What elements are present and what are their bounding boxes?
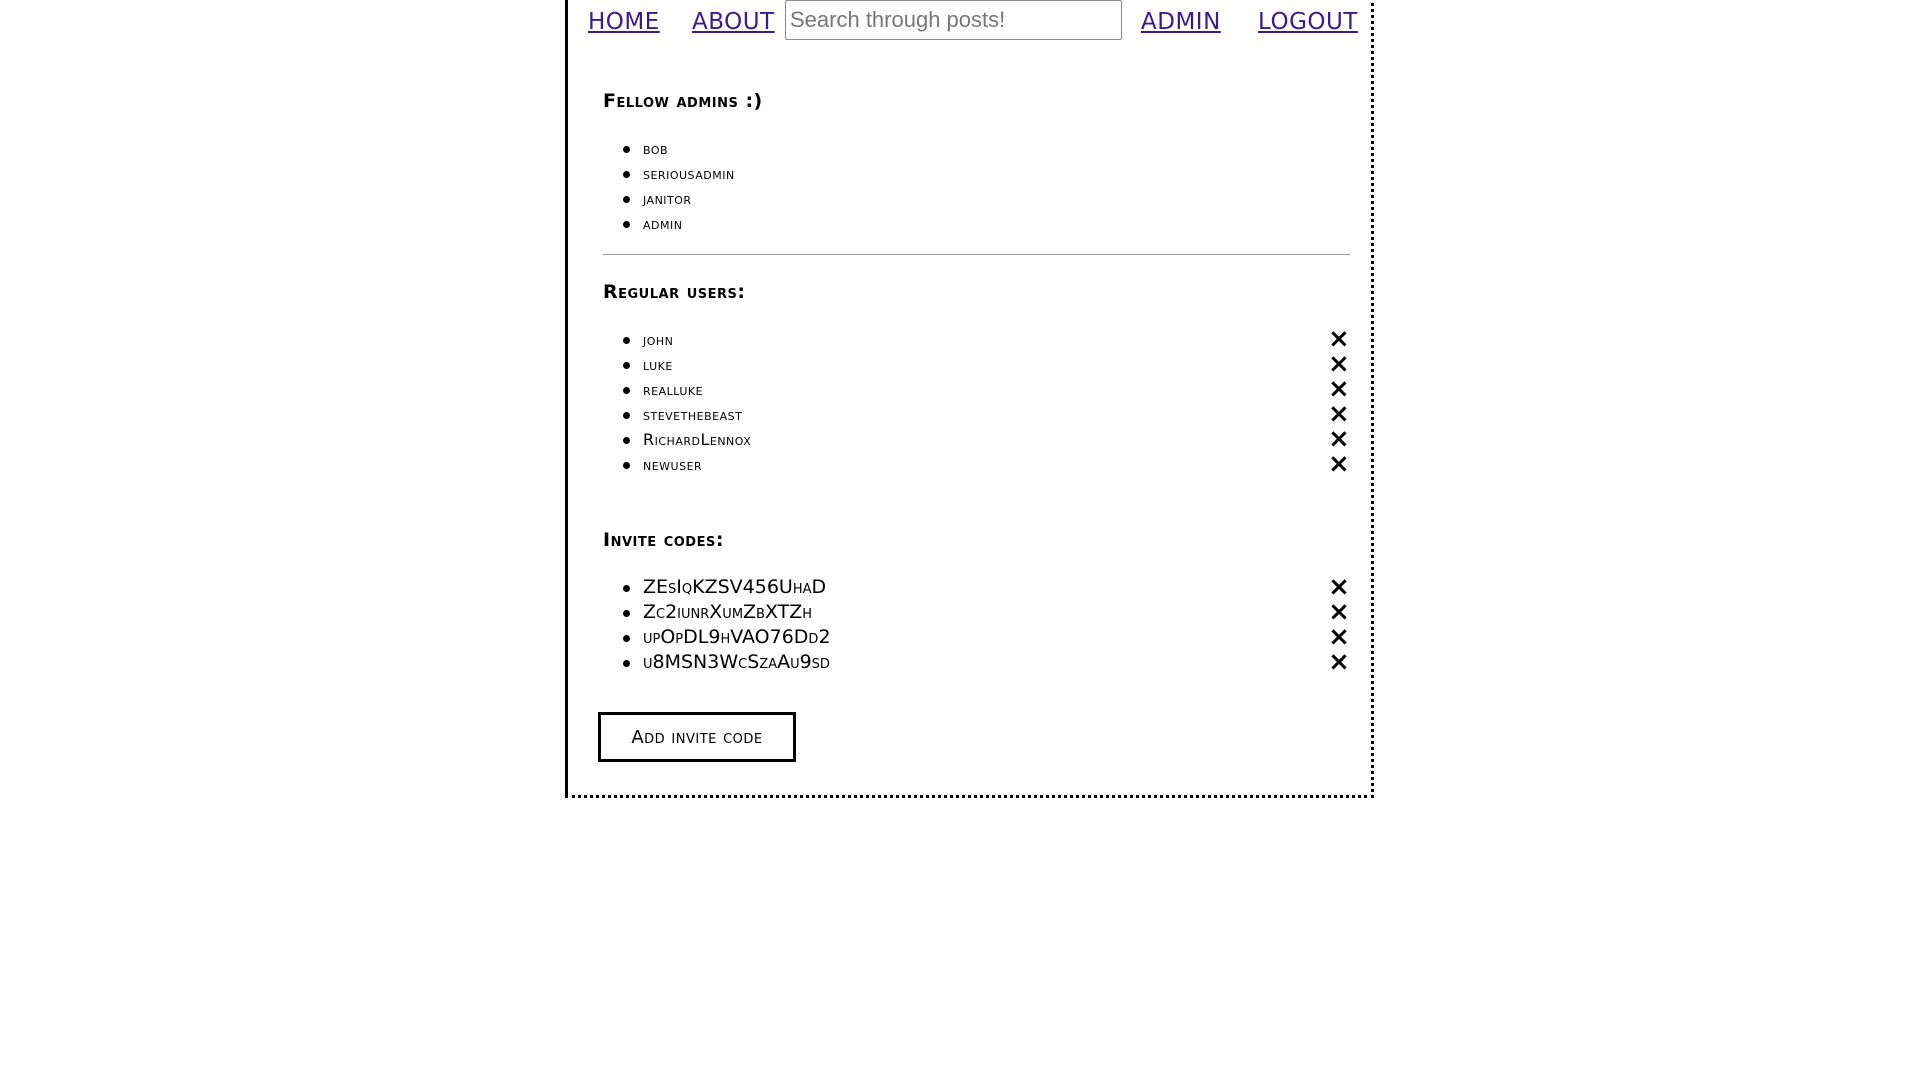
invite-code: upOpDL9hVAO76Dd2	[643, 626, 831, 648]
user-list-item: john ×	[603, 326, 1350, 352]
admins-list: bob seriousadmin janitor admin	[603, 136, 1350, 236]
user-list-item: stevethebeast ×	[603, 401, 1350, 427]
nav-home-link[interactable]: HOME	[588, 9, 660, 35]
invite-code: u8MSN3WcSzaAu9sd	[643, 651, 830, 673]
add-invite-code-button[interactable]: Add invite code	[598, 712, 796, 762]
user-list-item: luke ×	[603, 351, 1350, 377]
invite-codes-list: ZEsIqKZSV456UhaD × Zc2iunrXumZbXTZh × upOp…	[603, 574, 1350, 675]
users-heading: Regular users:	[603, 281, 746, 303]
user-name: realluke	[643, 380, 704, 399]
admin-list-item: bob	[603, 136, 1350, 161]
user-name: john	[643, 330, 674, 349]
user-list-item: RichardLennox ×	[603, 426, 1350, 452]
nav-logout-link[interactable]: LOGOUT	[1258, 9, 1358, 35]
page-container: HOME ABOUT ADMIN LOGOUT Fellow admins :)…	[565, 0, 1374, 798]
invite-code-item: upOpDL9hVAO76Dd2 ×	[603, 624, 1350, 650]
top-nav: HOME ABOUT ADMIN LOGOUT	[568, 0, 1371, 46]
user-list-item: realluke ×	[603, 376, 1350, 402]
remove-user-icon[interactable]: ×	[1328, 451, 1350, 477]
invite-codes-heading: Invite codes:	[603, 529, 724, 551]
admin-name: janitor	[643, 189, 692, 208]
users-list: john × luke × realluke × stevethebeast × Ric…	[603, 326, 1350, 477]
section-divider	[603, 254, 1350, 255]
admin-list-item: admin	[603, 211, 1350, 236]
admin-name: bob	[643, 139, 669, 158]
remove-invite-icon[interactable]: ×	[1328, 649, 1350, 675]
admin-list-item: janitor	[603, 186, 1350, 211]
user-list-item: newuser ×	[603, 451, 1350, 477]
invite-code: Zc2iunrXumZbXTZh	[643, 601, 813, 623]
user-name: newuser	[643, 455, 703, 474]
nav-admin-link[interactable]: ADMIN	[1141, 9, 1221, 35]
user-name: RichardLennox	[643, 430, 752, 449]
nav-about-link[interactable]: ABOUT	[692, 9, 775, 35]
admin-panel: Fellow admins :) bob seriousadmin janito…	[598, 86, 1350, 762]
invite-code-item: u8MSN3WcSzaAu9sd ×	[603, 649, 1350, 675]
search-input[interactable]	[785, 0, 1122, 40]
invite-code-item: Zc2iunrXumZbXTZh ×	[603, 599, 1350, 625]
invite-code: ZEsIqKZSV456UhaD	[643, 576, 827, 598]
invite-code-item: ZEsIqKZSV456UhaD ×	[603, 574, 1350, 600]
admin-name: seriousadmin	[643, 164, 735, 183]
admins-heading: Fellow admins :)	[603, 90, 763, 112]
user-name: luke	[643, 355, 673, 374]
admin-list-item: seriousadmin	[603, 161, 1350, 186]
user-name: stevethebeast	[643, 405, 743, 424]
admin-name: admin	[643, 214, 683, 233]
